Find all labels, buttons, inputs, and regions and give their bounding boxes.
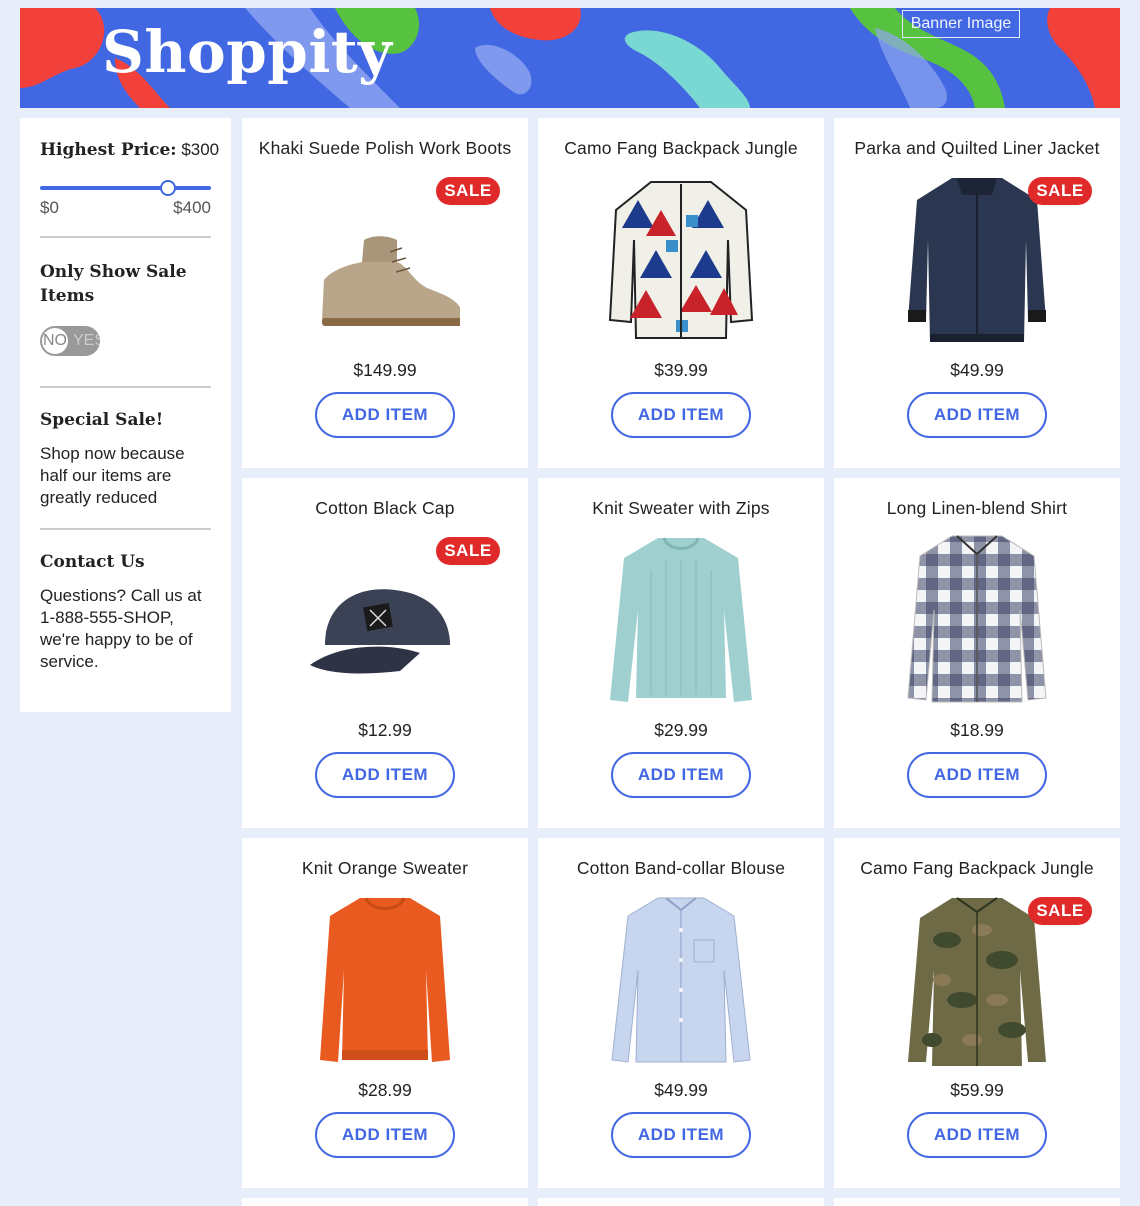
product-price: $12.99 <box>358 720 412 740</box>
add-item-button[interactable]: ADD ITEM <box>907 392 1047 438</box>
plaid-shirt-icon[interactable] <box>902 530 1052 710</box>
product-card: Camo Fang Backpack Jungle $39.99 ADD ITE… <box>538 118 824 468</box>
product-price: $28.99 <box>358 1080 412 1100</box>
price-slider-track[interactable] <box>40 186 211 190</box>
contact-title: Contact Us <box>40 552 145 572</box>
product-card <box>538 1198 824 1206</box>
orange-sweater-icon[interactable] <box>310 890 460 1070</box>
price-slider-handle[interactable] <box>160 180 177 196</box>
add-item-button[interactable]: ADD ITEM <box>611 1112 751 1158</box>
add-item-button[interactable]: ADD ITEM <box>315 392 455 438</box>
product-title[interactable]: Camo Fang Backpack Jungle <box>834 858 1120 879</box>
add-item-button[interactable]: ADD ITEM <box>907 1112 1047 1158</box>
banner-image-alt: Banner Image <box>902 10 1020 38</box>
highest-price-label: Highest Price: <box>40 140 177 160</box>
highest-price-heading: Highest Price: $300 <box>40 140 219 160</box>
divider <box>40 236 211 238</box>
toggle-no-label: NO <box>42 328 68 354</box>
price-slider-max: $400 <box>173 198 211 217</box>
sale-badge: SALE <box>1028 177 1092 205</box>
product-price: $49.99 <box>654 1080 708 1100</box>
product-price: $39.99 <box>654 360 708 380</box>
product-price: $29.99 <box>654 720 708 740</box>
product-title[interactable]: Cotton Black Cap <box>242 498 528 519</box>
contact-text: Questions? Call us at 1-888-555-SHOP, we… <box>40 586 202 671</box>
product-card: Cotton Band-collar Blouse $49.99 ADD ITE… <box>538 838 824 1188</box>
product-price: $18.99 <box>950 720 1004 740</box>
special-sale-title: Special Sale! <box>40 410 164 430</box>
product-card <box>242 1198 528 1206</box>
product-title[interactable]: Knit Orange Sweater <box>242 858 528 879</box>
product-card: Khaki Suede Polish Work Boots SALE $149.… <box>242 118 528 468</box>
blue-blouse-icon[interactable] <box>606 890 756 1070</box>
add-item-button[interactable]: ADD ITEM <box>611 752 751 798</box>
brand-logo[interactable]: Shoppity <box>102 18 392 86</box>
add-item-button[interactable]: ADD ITEM <box>315 1112 455 1158</box>
product-title[interactable]: Khaki Suede Polish Work Boots <box>242 138 528 159</box>
product-card <box>834 1198 1120 1206</box>
product-card: Cotton Black Cap SALE $12.99 ADD ITEM <box>242 478 528 828</box>
filter-sidebar: Highest Price: $300 $0 $400 Only Show Sa… <box>20 118 231 712</box>
add-item-button[interactable]: ADD ITEM <box>907 752 1047 798</box>
product-card: Camo Fang Backpack Jungle SALE $59.99 AD… <box>834 838 1120 1188</box>
product-title[interactable]: Knit Sweater with Zips <box>538 498 824 519</box>
price-slider-min: $0 <box>40 198 59 217</box>
divider <box>40 528 211 530</box>
banner: Shoppity Banner Image <box>20 8 1120 108</box>
product-title[interactable]: Long Linen-blend Shirt <box>834 498 1120 519</box>
sale-badge: SALE <box>436 177 500 205</box>
product-price: $49.99 <box>950 360 1004 380</box>
product-card: Knit Sweater with Zips $29.99 ADD ITEM <box>538 478 824 828</box>
product-title[interactable]: Camo Fang Backpack Jungle <box>538 138 824 159</box>
divider <box>40 386 211 388</box>
product-card: Long Linen-blend Shirt $18.99 ADD ITEM <box>834 478 1120 828</box>
sale-badge: SALE <box>436 537 500 565</box>
add-item-button[interactable]: ADD ITEM <box>611 392 751 438</box>
sale-only-toggle[interactable]: NO YES <box>40 326 100 356</box>
product-title[interactable]: Parka and Quilted Liner Jacket <box>834 138 1120 159</box>
add-item-button[interactable]: ADD ITEM <box>315 752 455 798</box>
highest-price-value: $300 <box>181 140 220 159</box>
toggle-yes-label: YES <box>73 332 100 349</box>
product-card: Knit Orange Sweater $28.99 ADD ITEM <box>242 838 528 1188</box>
sale-filter-label: Only Show Sale Items <box>40 262 187 306</box>
sale-badge: SALE <box>1028 897 1092 925</box>
product-title[interactable]: Cotton Band-collar Blouse <box>538 858 824 879</box>
product-card: Parka and Quilted Liner Jacket SALE $49.… <box>834 118 1120 468</box>
product-price: $59.99 <box>950 1080 1004 1100</box>
mint-sweater-icon[interactable] <box>606 530 756 710</box>
product-price: $149.99 <box>353 360 417 380</box>
patterned-jacket-icon[interactable] <box>606 170 756 350</box>
special-sale-text: Shop now because half our items are grea… <box>40 444 185 507</box>
